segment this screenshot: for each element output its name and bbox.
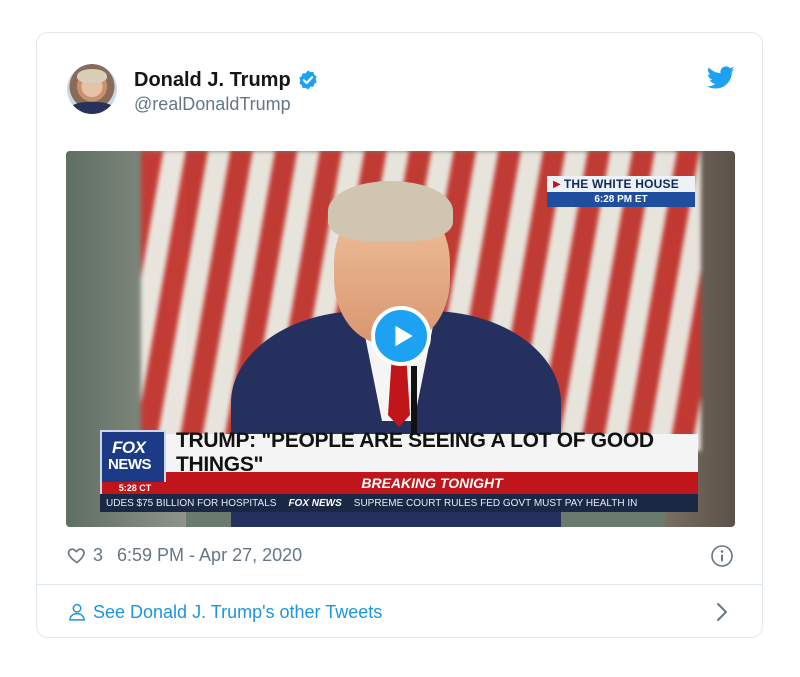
avatar-hair (77, 69, 107, 83)
chevron-right-icon[interactable] (715, 601, 729, 623)
like-count[interactable]: 3 (93, 545, 103, 566)
twitter-bird-icon[interactable] (707, 66, 735, 90)
network-time: 5:28 CT (102, 482, 168, 494)
tweet-card: Donald J. Trump @realDonaldTrump ▶ THE W… (36, 32, 763, 638)
play-icon (395, 325, 413, 347)
author-name-row: Donald J. Trump (134, 67, 319, 93)
tweet-meta: 3 6:59 PM - Apr 27, 2020 (67, 544, 302, 566)
heart-icon[interactable] (67, 545, 87, 565)
location-label: THE WHITE HOUSE (563, 177, 679, 191)
info-icon[interactable] (710, 544, 734, 568)
footer-divider (37, 584, 762, 585)
news-chyron: FOX NEWS 5:28 CT TRUMP: "PEOPLE ARE SEEI… (100, 429, 698, 513)
ticker-right: SUPREME COURT RULES FED GOVT MUST PAY HE… (353, 497, 638, 509)
video-player[interactable]: ▶ THE WHITE HOUSE 6:28 PM ET FOX NEWS 5:… (66, 151, 735, 527)
speaker-hair (328, 181, 453, 241)
breaking-banner: BREAKING TONIGHT (166, 472, 698, 494)
breaking-label: BREAKING TONIGHT (361, 475, 503, 491)
location-bug: ▶ THE WHITE HOUSE 6:28 PM ET (547, 176, 695, 207)
location-time: 6:28 PM ET (547, 192, 695, 207)
play-button[interactable] (371, 306, 431, 366)
author-handle[interactable]: @realDonaldTrump (134, 94, 291, 115)
network-logo-line2: NEWS (108, 456, 152, 473)
other-tweets-label[interactable]: See Donald J. Trump's other Tweets (93, 602, 382, 623)
avatar-suit (69, 102, 115, 114)
ticker-logo: FOX NEWS (288, 497, 342, 509)
location-triangle-icon: ▶ (553, 178, 561, 190)
chyron-headline: TRUMP: "PEOPLE ARE SEEING A LOT OF GOOD … (166, 429, 698, 476)
network-logo: FOX NEWS 5:28 CT (100, 430, 168, 494)
network-logo-line1: FOX (112, 438, 146, 457)
verified-badge-icon (299, 70, 317, 90)
person-icon (69, 603, 85, 621)
location-label-row: ▶ THE WHITE HOUSE (547, 176, 695, 192)
tweet-timestamp[interactable]: 6:59 PM - Apr 27, 2020 (117, 545, 302, 566)
other-tweets-link[interactable]: See Donald J. Trump's other Tweets (67, 600, 382, 624)
author-avatar[interactable] (67, 64, 117, 114)
author-name[interactable]: Donald J. Trump (134, 69, 291, 92)
news-ticker: UDES $75 BILLION FOR HOSPITALS FOX NEWS … (100, 494, 698, 512)
ticker-left: UDES $75 BILLION FOR HOSPITALS (106, 497, 277, 509)
